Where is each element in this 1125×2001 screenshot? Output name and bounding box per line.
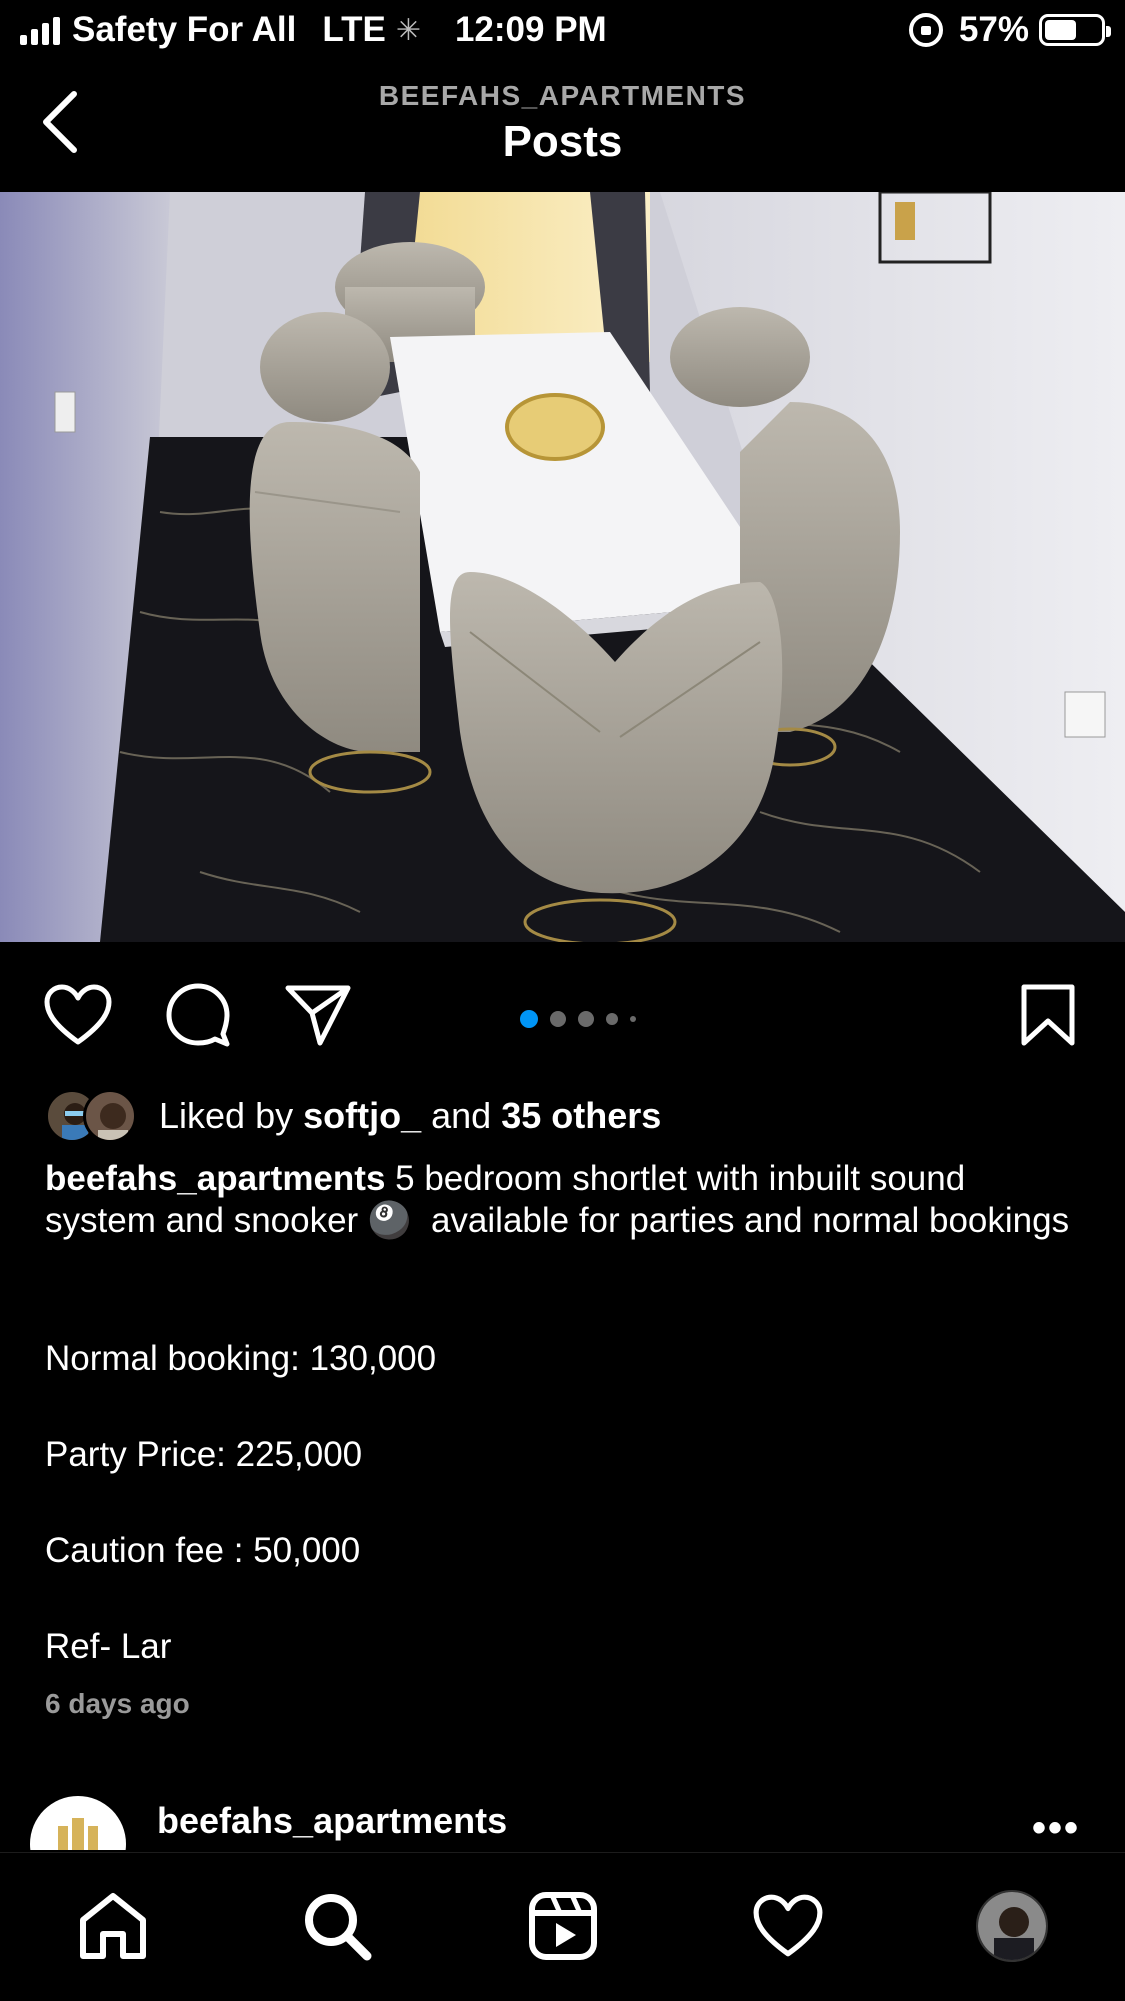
caption-username[interactable]: beefahs_apartments <box>45 1159 385 1198</box>
post-photo[interactable] <box>0 192 1125 942</box>
battery-fill <box>1045 20 1076 40</box>
likes-row[interactable]: Liked by softjo_ and 35 others <box>45 1088 661 1144</box>
likes-connector: and <box>431 1095 492 1136</box>
orientation-lock-icon <box>908 13 943 47</box>
search-icon <box>305 1894 372 1961</box>
battery-icon <box>1039 14 1111 46</box>
tab-home[interactable] <box>68 1881 158 1971</box>
nav-header: BEEFAHS_APARTMENTS Posts <box>0 62 1125 192</box>
dining-room-photo <box>0 192 1125 942</box>
signal-icon <box>20 15 60 45</box>
tab-search[interactable] <box>292 1881 382 1971</box>
clock: 12:09 PM <box>454 10 607 49</box>
carousel-indicator <box>520 1010 636 1028</box>
caption-line: Ref- Lar <box>45 1627 172 1666</box>
caption-line: Caution fee : 50,000 <box>45 1531 361 1570</box>
status-left: Safety For All LTE ✳ 12:09 PM <box>20 10 607 50</box>
post-caption: beefahs_apartments 5 bedroom shortlet wi… <box>45 1158 1085 1242</box>
carousel-dot <box>550 1011 566 1027</box>
liker-avatar <box>83 1089 137 1143</box>
comment-icon <box>166 983 230 1047</box>
tab-reels[interactable] <box>518 1881 608 1971</box>
next-post-header: beefahs_apartments ••• <box>0 1780 1125 1850</box>
comment-button[interactable] <box>158 980 238 1050</box>
reels-icon <box>529 1892 597 1960</box>
likes-others-count[interactable]: 35 others <box>501 1095 661 1137</box>
next-post-username[interactable]: beefahs_apartments <box>157 1800 507 1842</box>
post-timestamp: 6 days ago <box>45 1688 190 1719</box>
carousel-dot <box>578 1011 594 1027</box>
liker-avatars <box>45 1089 139 1143</box>
battery-percent: 57% <box>958 10 1029 49</box>
carousel-dot <box>520 1010 538 1028</box>
share-button[interactable] <box>278 980 358 1050</box>
more-options-button[interactable]: ••• <box>1032 1808 1080 1848</box>
caption-line: Party Price: 225,000 <box>45 1435 363 1474</box>
status-bar: Safety For All LTE ✳ 12:09 PM 57% <box>0 0 1125 62</box>
account-name: BEEFAHS_APARTMENTS <box>378 80 747 111</box>
carrier-name: Safety For All <box>72 10 297 49</box>
like-button[interactable] <box>38 980 118 1050</box>
next-post-avatar[interactable] <box>30 1796 126 1850</box>
heart-icon <box>44 984 112 1045</box>
heart-icon <box>753 1894 823 1957</box>
status-right: 57% <box>908 10 1111 50</box>
instagram-post-screen: Safety For All LTE ✳ 12:09 PM 57% BEEFAH… <box>0 0 1125 2001</box>
likes-prefix: Liked by <box>159 1095 294 1136</box>
home-icon <box>80 1893 146 1959</box>
network-type: LTE <box>322 10 386 49</box>
paper-plane-icon <box>285 985 351 1046</box>
bookmark-icon <box>1021 984 1075 1046</box>
bottom-tab-bar <box>0 1852 1125 2001</box>
tab-activity[interactable] <box>743 1881 833 1971</box>
post-actions <box>0 960 1125 1070</box>
activity-spinner-icon: ✳ <box>395 13 421 47</box>
liker-username[interactable]: softjo_ <box>303 1095 421 1137</box>
building-logo-icon <box>58 1818 98 1850</box>
tab-profile[interactable] <box>967 1881 1057 1971</box>
caption-line: Normal booking: 130,000 <box>45 1339 437 1378</box>
save-button[interactable] <box>1008 980 1088 1050</box>
carousel-dot <box>606 1013 618 1025</box>
profile-avatar <box>976 1890 1048 1962</box>
carousel-dot <box>630 1016 636 1022</box>
page-title: Posts <box>502 117 623 166</box>
